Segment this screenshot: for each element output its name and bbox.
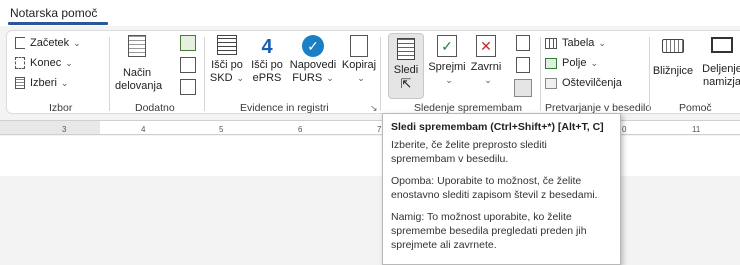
group-label-dodatno: Dodatno [135, 102, 175, 114]
ruler-tick-label: 4 [141, 125, 146, 134]
ribbon: Začetek ⌄ Konec ⌄ Izberi ⌄ Izbor Način delo… [6, 30, 740, 114]
sledi-tooltip: Sledi spremembam (Ctrl+Shift+*) [Alt+T, … [382, 113, 621, 265]
tooltip-description: Izberite, če želite preprosto slediti sp… [391, 139, 547, 165]
field-icon [545, 57, 557, 69]
reviewing-pane-icon[interactable] [514, 79, 532, 97]
dialog-launcher-icon[interactable]: ↘ [370, 103, 378, 114]
tooltip-tip: Namig: To možnost uporabite, ko želite s… [391, 211, 587, 251]
ostevilcenja-button[interactable]: Oštevilčenja [545, 77, 622, 89]
ruler-tick-label: 5 [219, 125, 224, 134]
furs-logo-icon: ✓ [302, 35, 324, 57]
group-separator [109, 37, 110, 111]
chevron-down-icon: ⌄ [445, 75, 453, 85]
tooltip-note: Opomba: Uporabite to možnost, če želite … [391, 175, 598, 201]
isci-po-skd-button[interactable]: Išči po SKD ⌄ [207, 35, 247, 85]
chevron-down-icon: ⌄ [598, 37, 606, 48]
numbering-icon [545, 77, 557, 89]
table-icon [545, 37, 557, 49]
eprs-logo-icon: 4 [261, 36, 273, 58]
tooltip-title: Sledi spremembam (Ctrl+Shift+*) [Alt+T, … [391, 121, 604, 133]
keyboard-icon [662, 39, 684, 53]
chevron-down-icon: ⌄ [357, 73, 365, 83]
previous-change-icon[interactable] [516, 35, 530, 51]
ruler-tick-label: 3 [62, 125, 67, 134]
horizontal-ruler[interactable]: 3 4 5 6 7 0 11 [0, 120, 740, 135]
reject-icon: ✕ [476, 35, 496, 57]
chevron-down-icon: ⌄ [326, 73, 334, 83]
chevron-down-icon: ⌄ [65, 57, 73, 68]
konec-button[interactable]: Konec ⌄ [15, 57, 73, 69]
group-separator [649, 37, 650, 111]
active-tab-indicator [8, 22, 108, 25]
zacetek-button[interactable]: Začetek ⌄ [15, 37, 81, 49]
ruler-tick-label: 6 [298, 125, 303, 134]
list-icon [217, 35, 237, 55]
chevron-down-icon: ⌄ [73, 37, 81, 48]
dodatno-icon-middle[interactable] [180, 57, 196, 73]
dodatno-icon-bottom[interactable] [180, 79, 196, 95]
kopiraj-button[interactable]: Kopiraj ⌄ [339, 35, 379, 85]
dodatno-icon-top[interactable] [180, 35, 196, 51]
bracket-start-icon [15, 37, 25, 49]
chevron-down-icon: ⌄ [60, 77, 69, 88]
group-separator [540, 37, 541, 111]
document-area[interactable] [0, 136, 740, 176]
bliznjice-button[interactable]: Bližnjice [651, 35, 695, 78]
chevron-down-icon: ⌄ [590, 57, 599, 68]
polje-button[interactable]: Polje ⌄ [545, 57, 598, 69]
nacin-delovanja-button[interactable]: Način delovanja [115, 35, 162, 93]
chevron-down-icon: ⌄ [236, 73, 245, 83]
accept-icon: ✓ [437, 35, 457, 57]
group-separator [380, 37, 381, 111]
napovedi-furs-button[interactable]: ✓ Napovedi FURS ⌄ [289, 35, 337, 85]
monitor-icon [711, 37, 733, 53]
tabela-button[interactable]: Tabela ⌄ [545, 37, 606, 49]
track-changes-icon [397, 38, 415, 60]
zavrni-button[interactable]: ✕ Zavrni ⌄ [468, 35, 504, 87]
ruler-tick-label: 0 [622, 125, 627, 134]
group-label-izbor: Izbor [49, 102, 73, 114]
deljenje-namizja-button[interactable]: Deljenje namizja [697, 35, 740, 89]
cursor-icon: ⇱ [400, 76, 412, 91]
select-icon [15, 77, 25, 89]
ruler-tick-label: 7 [377, 125, 382, 134]
copy-icon [350, 35, 368, 57]
sledi-button[interactable]: Sledi ⇱ [388, 33, 424, 99]
izberi-button[interactable]: Izberi ⌄ [15, 77, 68, 89]
group-label-pomoc: Pomoč [679, 102, 712, 114]
next-change-icon[interactable] [516, 57, 530, 73]
group-separator [204, 37, 205, 111]
ruler-tick-label: 11 [692, 125, 701, 134]
group-label-evidence: Evidence in registri [240, 102, 329, 114]
sprejmi-button[interactable]: ✓ Sprejmi ⌄ [427, 35, 467, 87]
document-icon [128, 35, 146, 57]
bracket-end-icon [15, 57, 25, 69]
chevron-down-icon: ⌄ [484, 75, 492, 85]
ribbon-tab-bar: Notarska pomoč [0, 0, 740, 26]
isci-po-eprs-button[interactable]: 4 Išči po ePRS [247, 35, 287, 85]
